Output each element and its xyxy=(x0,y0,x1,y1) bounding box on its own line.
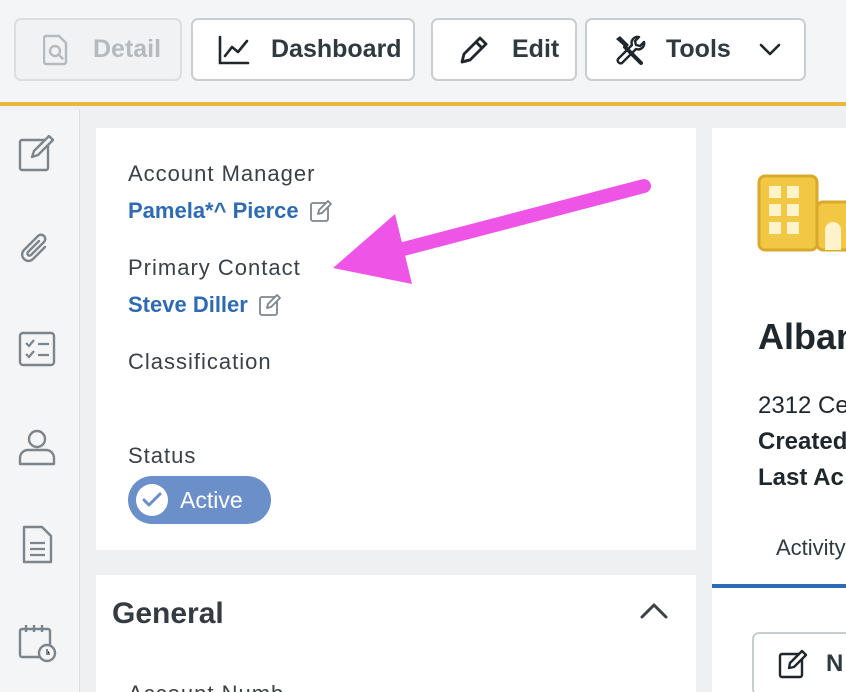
paperclip-icon xyxy=(17,231,57,276)
created-label: Created xyxy=(758,428,846,455)
edit-account-manager-icon[interactable] xyxy=(309,199,333,223)
general-section-title: General xyxy=(112,597,224,630)
tools-icon xyxy=(612,33,646,67)
chevron-up-icon[interactable] xyxy=(639,602,669,620)
account-manager-label: Account Manager xyxy=(128,161,316,186)
detail-label: Detail xyxy=(93,35,162,63)
sidebar-item-attachments[interactable] xyxy=(16,232,58,274)
last-activity-label: Last Ac xyxy=(758,464,844,491)
primary-contact-label: Primary Contact xyxy=(128,255,301,280)
company-address: 2312 Ce xyxy=(758,392,846,419)
classification-label: Classification xyxy=(128,349,272,374)
edit-primary-contact-icon[interactable] xyxy=(258,293,282,317)
checklist-icon xyxy=(17,329,57,374)
new-note-button[interactable]: N xyxy=(752,632,846,692)
sidebar-item-schedule[interactable] xyxy=(16,624,58,666)
top-toolbar: Detail Dashboard Edit Tools xyxy=(0,0,846,106)
sidebar-item-documents[interactable] xyxy=(16,525,58,570)
status-label: Status xyxy=(128,443,197,468)
dashboard-button[interactable]: Dashboard xyxy=(191,18,415,81)
detail-document-icon xyxy=(43,34,69,66)
status-badge[interactable]: Active xyxy=(128,476,271,524)
account-number-label: Account Numb xyxy=(128,681,284,692)
company-name: Alban xyxy=(758,316,846,357)
compose-icon xyxy=(17,133,57,178)
new-note-label: N xyxy=(826,650,844,677)
calendar-clock-icon xyxy=(17,623,57,668)
checkmark-icon xyxy=(136,484,168,516)
company-summary-panel: Alban 2312 Ce Created Last Ac Activity N xyxy=(712,128,846,692)
primary-contact-link[interactable]: Steve Diller xyxy=(128,292,248,318)
pencil-icon xyxy=(457,33,491,67)
account-details-card: Account Manager Pamela*^ Pierce Primary … xyxy=(96,128,696,550)
tools-label: Tools xyxy=(666,35,731,63)
account-manager-link[interactable]: Pamela*^ Pierce xyxy=(128,198,299,224)
sidebar-item-compose[interactable] xyxy=(16,134,58,176)
document-icon xyxy=(17,525,57,570)
left-sidebar xyxy=(0,110,80,692)
status-value: Active xyxy=(180,486,243,513)
sidebar-item-tasks[interactable] xyxy=(16,330,58,372)
tools-dropdown-button[interactable]: Tools xyxy=(585,18,806,81)
general-section: General Account Numb xyxy=(96,575,696,692)
account-manager-field: Pamela*^ Pierce xyxy=(128,198,333,224)
building-logo-icon xyxy=(757,174,846,259)
edit-label: Edit xyxy=(512,35,560,63)
edit-button[interactable]: Edit xyxy=(431,18,577,81)
detail-button[interactable]: Detail xyxy=(14,18,182,81)
dashboard-label: Dashboard xyxy=(271,35,402,63)
contact-icon xyxy=(17,427,57,472)
line-chart-icon xyxy=(218,35,250,65)
sidebar-item-contacts[interactable] xyxy=(16,428,58,470)
tab-activity[interactable]: Activity xyxy=(776,535,846,561)
chevron-down-icon xyxy=(759,43,781,57)
primary-contact-field: Steve Diller xyxy=(128,292,282,318)
compose-icon xyxy=(778,649,808,679)
active-tab-indicator xyxy=(712,584,846,588)
